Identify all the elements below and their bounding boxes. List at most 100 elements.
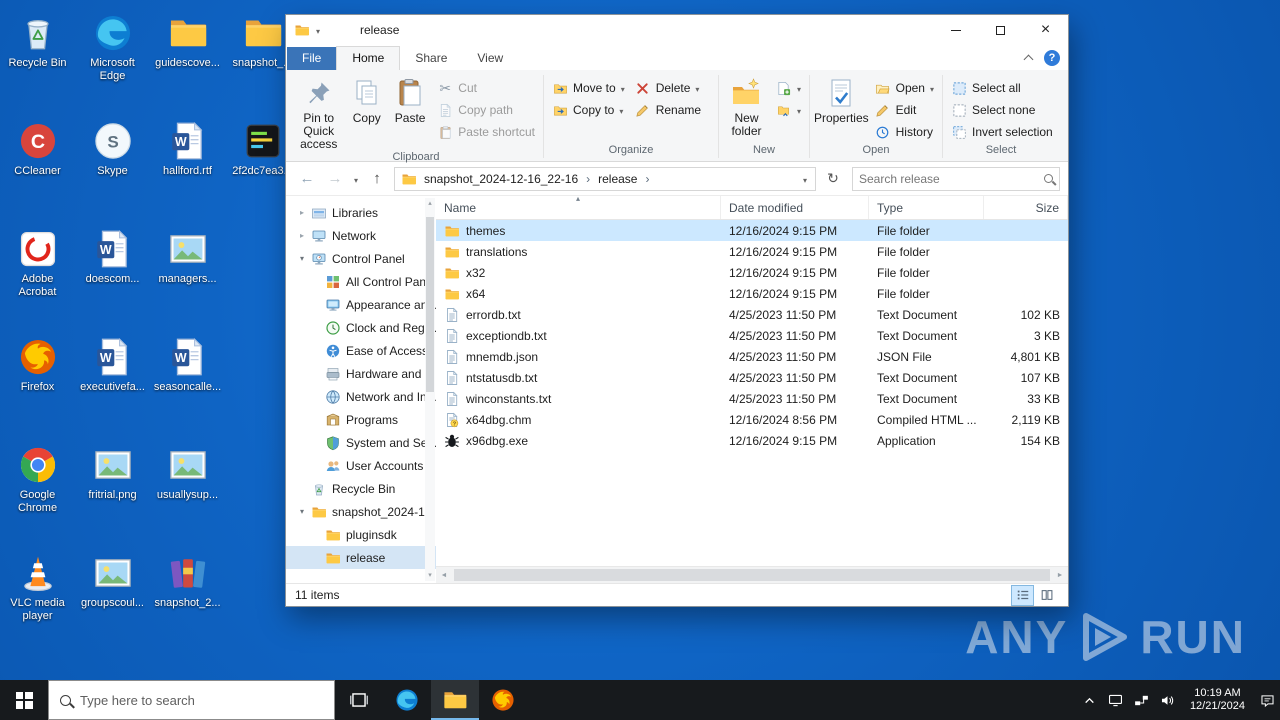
- desktop-icon[interactable]: usuallysup...: [150, 438, 225, 546]
- tab-file[interactable]: File: [287, 47, 337, 70]
- expander-icon[interactable]: [300, 254, 311, 263]
- column-header-type[interactable]: Type: [869, 196, 984, 219]
- desktop-icon[interactable]: fritrial.png: [75, 438, 150, 546]
- tree-item[interactable]: Ease of Access: [286, 339, 436, 362]
- file-row[interactable]: ntstatusdb.txt 4/25/2023 11:50 PM Text Doc…: [436, 367, 1068, 388]
- breadcrumb-segment[interactable]: snapshot_2024-12-16_22-16: [419, 170, 583, 188]
- expander-icon[interactable]: [300, 231, 311, 240]
- breadcrumb-chevron-icon[interactable]: [585, 172, 591, 186]
- select-all-button[interactable]: Select all: [946, 77, 1058, 99]
- search-icon[interactable]: [1044, 174, 1053, 183]
- tree-item[interactable]: Control Panel: [286, 247, 436, 270]
- tree-item[interactable]: snapshot_2024-1...: [286, 500, 436, 523]
- tree-item[interactable]: Network: [286, 224, 436, 247]
- scrollbar-thumb[interactable]: [426, 217, 434, 392]
- task-view-button[interactable]: [335, 680, 383, 720]
- back-button[interactable]: [294, 166, 320, 192]
- tree-item[interactable]: System and Se...: [286, 431, 436, 454]
- address-dropdown-caret[interactable]: [803, 172, 807, 186]
- properties-button[interactable]: Properties: [813, 74, 870, 144]
- breadcrumb-chevron-icon[interactable]: [644, 172, 650, 186]
- column-header-size[interactable]: Size: [984, 196, 1068, 219]
- file-row[interactable]: mnemdb.json 4/25/2023 11:50 PM JSON File 4,…: [436, 346, 1068, 367]
- copy-to-button[interactable]: Copy to: [547, 99, 630, 121]
- tree-item[interactable]: release: [286, 546, 436, 569]
- desktop-icon[interactable]: managers...: [150, 222, 225, 330]
- breadcrumb-segment[interactable]: release: [593, 170, 642, 188]
- paste-shortcut-button[interactable]: Paste shortcut: [432, 121, 540, 143]
- select-none-button[interactable]: Select none: [946, 99, 1058, 121]
- scrollbar-thumb[interactable]: [454, 569, 1050, 581]
- quick-access-toolbar-caret[interactable]: [316, 23, 320, 37]
- volume-tray-icon[interactable]: [1155, 680, 1181, 720]
- copy-button[interactable]: Copy: [346, 74, 388, 151]
- tree-item[interactable]: Recycle Bin: [286, 477, 436, 500]
- taskbar-file-explorer-button[interactable]: [431, 680, 479, 720]
- help-icon[interactable]: [1044, 50, 1060, 66]
- desktop-icon[interactable]: Wseasoncalle...: [150, 330, 225, 438]
- copy-path-button[interactable]: Copy path: [432, 99, 540, 121]
- tree-scrollbar[interactable]: [425, 198, 435, 581]
- taskbar-search-input[interactable]: [80, 692, 323, 708]
- desktop-icon[interactable]: S Skype: [75, 114, 150, 222]
- desktop-icon[interactable]: VLC media player: [0, 546, 75, 654]
- display-tray-icon[interactable]: [1103, 680, 1129, 720]
- file-row[interactable]: errordb.txt 4/25/2023 11:50 PM Text Docume…: [436, 304, 1068, 325]
- edit-button[interactable]: Edit: [870, 99, 939, 121]
- expander-icon[interactable]: [300, 507, 311, 516]
- pin-to-quick-access-button[interactable]: Pin to Quick access: [292, 74, 346, 151]
- titlebar[interactable]: release: [286, 15, 1068, 45]
- network-tray-icon[interactable]: [1129, 680, 1155, 720]
- minimize-button[interactable]: [933, 15, 978, 45]
- maximize-button[interactable]: [978, 15, 1023, 45]
- file-row[interactable]: ? x64dbg.chm 12/16/2024 8:56 PM Compiled HT…: [436, 409, 1068, 430]
- close-button[interactable]: [1023, 15, 1068, 45]
- file-row[interactable]: exceptiondb.txt 4/25/2023 11:50 PM Text Do…: [436, 325, 1068, 346]
- file-row[interactable]: winconstants.txt 4/25/2023 11:50 PM Text D…: [436, 388, 1068, 409]
- tab-view[interactable]: View: [462, 47, 518, 70]
- file-row[interactable]: themes 12/16/2024 9:15 PM File folder: [436, 220, 1068, 241]
- taskbar-edge-button[interactable]: [383, 680, 431, 720]
- tab-share[interactable]: Share: [400, 47, 462, 70]
- scroll-up-arrow[interactable]: [428, 198, 432, 209]
- address-bar[interactable]: snapshot_2024-12-16_22-16 release: [394, 166, 816, 191]
- desktop-icon[interactable]: snapshot_2...: [150, 546, 225, 654]
- paste-button[interactable]: Paste: [388, 74, 432, 151]
- tree-item[interactable]: All Control Pan...: [286, 270, 436, 293]
- scroll-down-arrow[interactable]: [428, 570, 432, 581]
- new-folder-button[interactable]: New folder: [722, 74, 771, 144]
- tree-item[interactable]: Hardware and ...: [286, 362, 436, 385]
- delete-button[interactable]: Delete: [630, 77, 706, 99]
- cut-button[interactable]: Cut: [432, 77, 540, 99]
- scroll-right-arrow[interactable]: [1052, 572, 1068, 579]
- details-view-button[interactable]: [1011, 584, 1034, 606]
- history-button[interactable]: History: [870, 121, 939, 143]
- column-header-date-modified[interactable]: Date modified: [721, 196, 869, 219]
- tree-item[interactable]: pluginsdk: [286, 523, 436, 546]
- desktop-icon[interactable]: Wdoescom...: [75, 222, 150, 330]
- recent-locations-caret[interactable]: [354, 172, 358, 186]
- taskbar-firefox-button[interactable]: [479, 680, 527, 720]
- hidden-icons-chevron[interactable]: [1077, 680, 1103, 720]
- expander-icon[interactable]: [300, 208, 311, 217]
- desktop-icon[interactable]: guidescove...: [150, 6, 225, 114]
- desktop-icon[interactable]: Firefox: [0, 330, 75, 438]
- easy-access-button[interactable]: [771, 99, 806, 121]
- desktop-icon[interactable]: Microsoft Edge: [75, 6, 150, 114]
- thumbnails-view-button[interactable]: [1036, 586, 1057, 605]
- scroll-left-arrow[interactable]: [436, 572, 452, 579]
- desktop-icon[interactable]: Wexecutivefa...: [75, 330, 150, 438]
- move-to-button[interactable]: Move to: [547, 77, 630, 99]
- desktop-icon[interactable]: groupscoul...: [75, 546, 150, 654]
- file-row[interactable]: x96dbg.exe 12/16/2024 9:15 PM Application 1…: [436, 430, 1068, 451]
- start-button[interactable]: [0, 680, 48, 720]
- tab-home[interactable]: Home: [336, 46, 401, 70]
- new-item-button[interactable]: [771, 77, 806, 99]
- taskbar-clock[interactable]: 10:19 AM 12/21/2024: [1181, 687, 1254, 713]
- open-button[interactable]: Open: [870, 77, 939, 99]
- tree-item[interactable]: Network and In...: [286, 385, 436, 408]
- tree-item[interactable]: User Accounts: [286, 454, 436, 477]
- invert-selection-button[interactable]: Invert selection: [946, 121, 1058, 143]
- file-row[interactable]: x64 12/16/2024 9:15 PM File folder: [436, 283, 1068, 304]
- tree-item[interactable]: Programs: [286, 408, 436, 431]
